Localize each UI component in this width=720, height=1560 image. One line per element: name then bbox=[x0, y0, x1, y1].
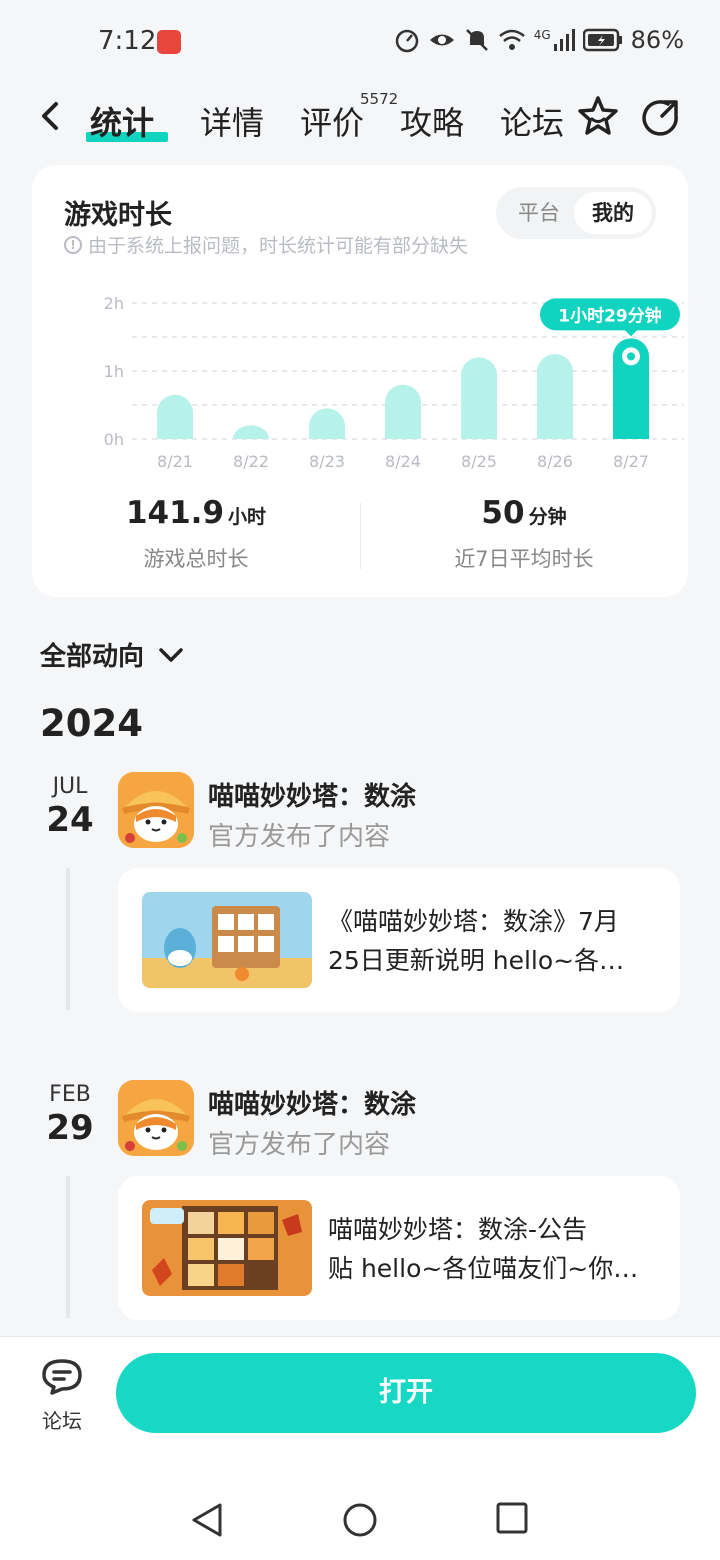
post-image-puzzle-board bbox=[142, 892, 312, 988]
chart-x-tick-label: 8/21 bbox=[157, 452, 193, 471]
chart-y-tick-label: 2h bbox=[104, 294, 124, 313]
signal-label: 4G bbox=[533, 28, 551, 42]
chart-y-tick-label: 1h bbox=[104, 362, 124, 381]
tab-stats[interactable]: 统计 bbox=[90, 98, 154, 144]
avg-playtime-unit: 分钟 bbox=[528, 506, 567, 528]
avg-playtime-label: 近7日平均时长 bbox=[454, 547, 594, 571]
cat-game-icon bbox=[118, 1080, 194, 1156]
chart-x-tick-label: 8/22 bbox=[233, 452, 269, 471]
info-icon: ! bbox=[64, 235, 82, 254]
chart-x-tick-label: 8/26 bbox=[537, 452, 573, 471]
chart-x-tick-label: 8/24 bbox=[385, 452, 421, 471]
tab-forum[interactable]: 论坛 bbox=[500, 98, 564, 144]
recents-square-icon[interactable] bbox=[496, 1502, 528, 1534]
status-icons: 4G 86% bbox=[394, 26, 684, 54]
post-thumbnail bbox=[142, 1200, 312, 1296]
chart-tooltip-pointer bbox=[624, 329, 638, 337]
activity-filter[interactable]: 全部动向 bbox=[40, 636, 184, 673]
chart-bar bbox=[385, 384, 421, 439]
timeline-line bbox=[66, 1176, 70, 1318]
share-icon[interactable] bbox=[638, 96, 682, 140]
post-thumbnail bbox=[142, 892, 312, 988]
mute-bell-icon bbox=[465, 29, 488, 51]
timeline-line bbox=[66, 868, 70, 1010]
chart-tooltip-label: 1小时29分钟 bbox=[558, 305, 662, 326]
game-name[interactable]: 喵喵妙妙塔：数涂 bbox=[208, 776, 416, 813]
chart-highlight-marker-dot bbox=[627, 352, 635, 361]
total-playtime-unit: 小时 bbox=[228, 506, 267, 528]
game-name[interactable]: 喵喵妙妙塔：数涂 bbox=[208, 1084, 416, 1121]
toggle-platform[interactable]: 平台 bbox=[500, 192, 578, 234]
forum-label: 论坛 bbox=[42, 1409, 82, 1433]
avg-playtime: 50 分钟 近7日平均时长 bbox=[360, 495, 688, 573]
year-heading: 2024 bbox=[40, 702, 143, 745]
total-playtime-label: 游戏总时长 bbox=[143, 547, 249, 571]
bottom-action-bar: 论坛 打开 bbox=[0, 1336, 720, 1460]
card-title: 游戏时长 bbox=[64, 200, 172, 231]
forum-button[interactable]: 论坛 bbox=[30, 1357, 94, 1434]
chevron-down-icon bbox=[159, 647, 183, 662]
activity-filter-label: 全部动向 bbox=[40, 642, 145, 672]
post-text: 喵喵妙妙塔：数涂-公告 贴 hello~各位喵友们~你… bbox=[328, 1210, 658, 1288]
app-notification-icon bbox=[157, 30, 181, 54]
tab-guides[interactable]: 攻略 bbox=[400, 98, 464, 144]
chart-bar bbox=[233, 425, 269, 439]
signal-icon bbox=[553, 29, 575, 51]
post-text: 《喵喵妙妙塔：数涂》7月 25日更新说明 hello~各… bbox=[328, 902, 658, 980]
post-card[interactable]: 《喵喵妙妙塔：数涂》7月 25日更新说明 hello~各… bbox=[118, 868, 680, 1012]
total-playtime: 141.9 小时 游戏总时长 bbox=[32, 495, 360, 573]
entry-month: JUL bbox=[52, 774, 88, 799]
tab-details[interactable]: 详情 bbox=[200, 98, 264, 144]
battery-icon bbox=[582, 28, 622, 52]
back-triangle-icon[interactable] bbox=[190, 1502, 224, 1538]
playtime-summary: 141.9 小时 游戏总时长 50 分钟 近7日平均时长 bbox=[32, 485, 688, 585]
card-note: ! 由于系统上报问题，时长统计可能有部分缺失 bbox=[64, 231, 468, 258]
entry-subtitle: 官方发布了内容 bbox=[208, 822, 391, 852]
tab-reviews[interactable]: 评价 bbox=[300, 98, 364, 144]
system-nav-bar bbox=[0, 1460, 720, 1560]
playtime-chart-svg: 0h 1h 2h 8/21 8/22 8/23 8/24 8/25 8/26 8/27 1小时29分… bbox=[104, 294, 684, 471]
scope-toggle: 平台 我的 bbox=[496, 187, 656, 239]
battery-level: 86% bbox=[630, 26, 684, 54]
card-note-text: 由于系统上报问题，时长统计可能有部分缺失 bbox=[88, 235, 469, 257]
toggle-mine[interactable]: 我的 bbox=[574, 192, 652, 234]
home-circle-icon[interactable] bbox=[342, 1502, 378, 1538]
chart-x-tick-label: 8/25 bbox=[461, 452, 497, 471]
post-card[interactable]: 喵喵妙妙塔：数涂-公告 贴 hello~各位喵友们~你… bbox=[118, 1176, 680, 1320]
speed-icon bbox=[395, 29, 418, 53]
open-button[interactable]: 打开 bbox=[116, 1353, 696, 1433]
wifi-icon bbox=[498, 29, 525, 50]
back-icon[interactable] bbox=[36, 96, 66, 136]
chart-bar bbox=[157, 394, 193, 439]
entry-day: 29 bbox=[46, 1108, 94, 1148]
playtime-chart: 0h 1h 2h 8/21 8/22 8/23 8/24 8/25 8/26 8/27 1小时29分… bbox=[64, 275, 684, 475]
entry-subtitle: 官方发布了内容 bbox=[208, 1130, 391, 1160]
game-avatar[interactable] bbox=[118, 772, 194, 848]
top-nav: 统计 详情 评价 5572 攻略 论坛 bbox=[0, 84, 720, 154]
post-line-1: 喵喵妙妙塔：数涂-公告 bbox=[328, 1215, 588, 1244]
chart-bar bbox=[537, 354, 573, 439]
chart-bar bbox=[461, 357, 497, 439]
playtime-card: 游戏时长 ! 由于系统上报问题，时长统计可能有部分缺失 平台 我的 0h 1h 2h… bbox=[32, 165, 688, 597]
chart-x-tick-label: 8/27 bbox=[613, 452, 649, 471]
status-time: 7:12 bbox=[98, 26, 157, 56]
chat-bubble-icon bbox=[42, 1359, 82, 1395]
entry-month: FEB bbox=[49, 1082, 91, 1107]
chart-y-tick-label: 0h bbox=[104, 430, 124, 449]
reviews-count-badge: 5572 bbox=[360, 90, 399, 108]
chart-x-tick-label: 8/23 bbox=[309, 452, 345, 471]
eye-icon bbox=[429, 34, 454, 46]
cat-game-icon bbox=[118, 772, 194, 848]
post-image-autumn-puzzle bbox=[142, 1200, 312, 1296]
post-line-2: 贴 hello~各位喵友们~你… bbox=[328, 1254, 639, 1283]
game-avatar[interactable] bbox=[118, 1080, 194, 1156]
post-line-1: 《喵喵妙妙塔：数涂》7月 bbox=[328, 907, 619, 936]
chart-bar bbox=[309, 408, 345, 439]
star-icon[interactable] bbox=[576, 94, 620, 138]
total-playtime-value: 141.9 bbox=[125, 495, 225, 531]
post-line-2: 25日更新说明 hello~各… bbox=[328, 946, 625, 975]
avg-playtime-value: 50 bbox=[481, 495, 525, 531]
status-bar: 7:12 4G 86% bbox=[0, 0, 720, 84]
entry-day: 24 bbox=[46, 800, 94, 840]
